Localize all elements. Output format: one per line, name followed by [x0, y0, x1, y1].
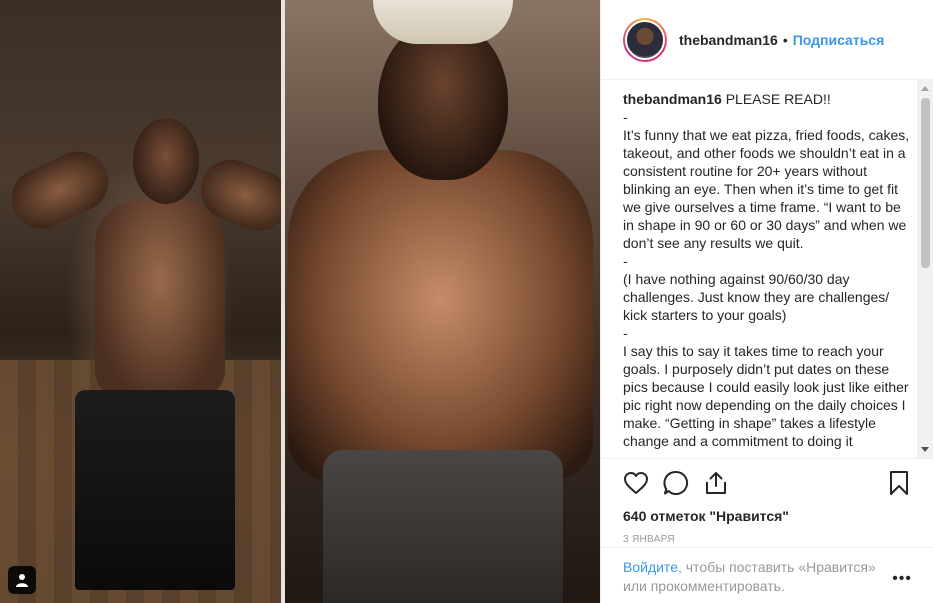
caption-line: - — [623, 253, 628, 269]
caption-line: It’s funny that we eat pizza, fried food… — [623, 127, 910, 251]
black-shorts — [75, 390, 235, 590]
bookmark-icon[interactable] — [886, 470, 912, 496]
grey-shorts — [323, 450, 563, 603]
post-header: thebandman16 • Подписаться — [601, 0, 933, 80]
username-link[interactable]: thebandman16 — [679, 32, 778, 48]
post-image[interactable] — [0, 0, 600, 603]
caption-line: (I have nothing against 90/60/30 day cha… — [623, 271, 890, 323]
login-prompt: Войдите, чтобы поставить «Нравится» или … — [601, 547, 933, 603]
comment-icon[interactable] — [663, 470, 689, 496]
more-options-icon[interactable]: ••• — [892, 570, 912, 588]
caption-area: thebandman16 PLEASE READ!! - It’s funny … — [623, 90, 913, 456]
caption-line: - — [623, 325, 628, 341]
post-sidebar: thebandman16 • Подписаться thebandman16 … — [600, 0, 933, 603]
head — [133, 118, 199, 204]
scroll-thumb[interactable] — [921, 98, 930, 268]
caption-line: - — [623, 109, 628, 125]
scroll-up-arrow[interactable] — [921, 86, 929, 91]
head — [378, 20, 508, 180]
scroll-down-arrow[interactable] — [921, 447, 929, 452]
share-icon[interactable] — [703, 470, 729, 496]
separator-dot: • — [782, 31, 788, 48]
login-text: Войдите, чтобы поставить «Нравится» или … — [623, 558, 885, 596]
likes-count[interactable]: 640 отметок "Нравится" — [623, 508, 912, 524]
follow-button[interactable]: Подписаться — [793, 32, 885, 48]
caption-line: PLEASE READ!! — [725, 91, 831, 107]
action-icons — [623, 467, 912, 499]
login-link[interactable]: Войдите — [623, 559, 678, 575]
user-tag-icon[interactable] — [8, 566, 36, 594]
torso — [288, 150, 593, 480]
photo-divider — [281, 0, 285, 603]
caption-scrollbar[interactable] — [917, 80, 933, 458]
caption-line: I say this to say it takes time to reach… — [623, 343, 909, 449]
caption-author-link[interactable]: thebandman16 — [623, 91, 722, 107]
avatar[interactable] — [623, 17, 667, 62]
white-cap — [373, 0, 513, 44]
post-date[interactable]: 3 января — [623, 534, 912, 545]
post-actions: 640 отметок "Нравится" 3 января — [601, 458, 933, 545]
caption: thebandman16 PLEASE READ!! - It’s funny … — [623, 90, 913, 450]
after-photo — [283, 0, 600, 603]
heart-icon[interactable] — [623, 470, 649, 496]
torso — [95, 200, 225, 400]
before-photo — [0, 0, 283, 603]
